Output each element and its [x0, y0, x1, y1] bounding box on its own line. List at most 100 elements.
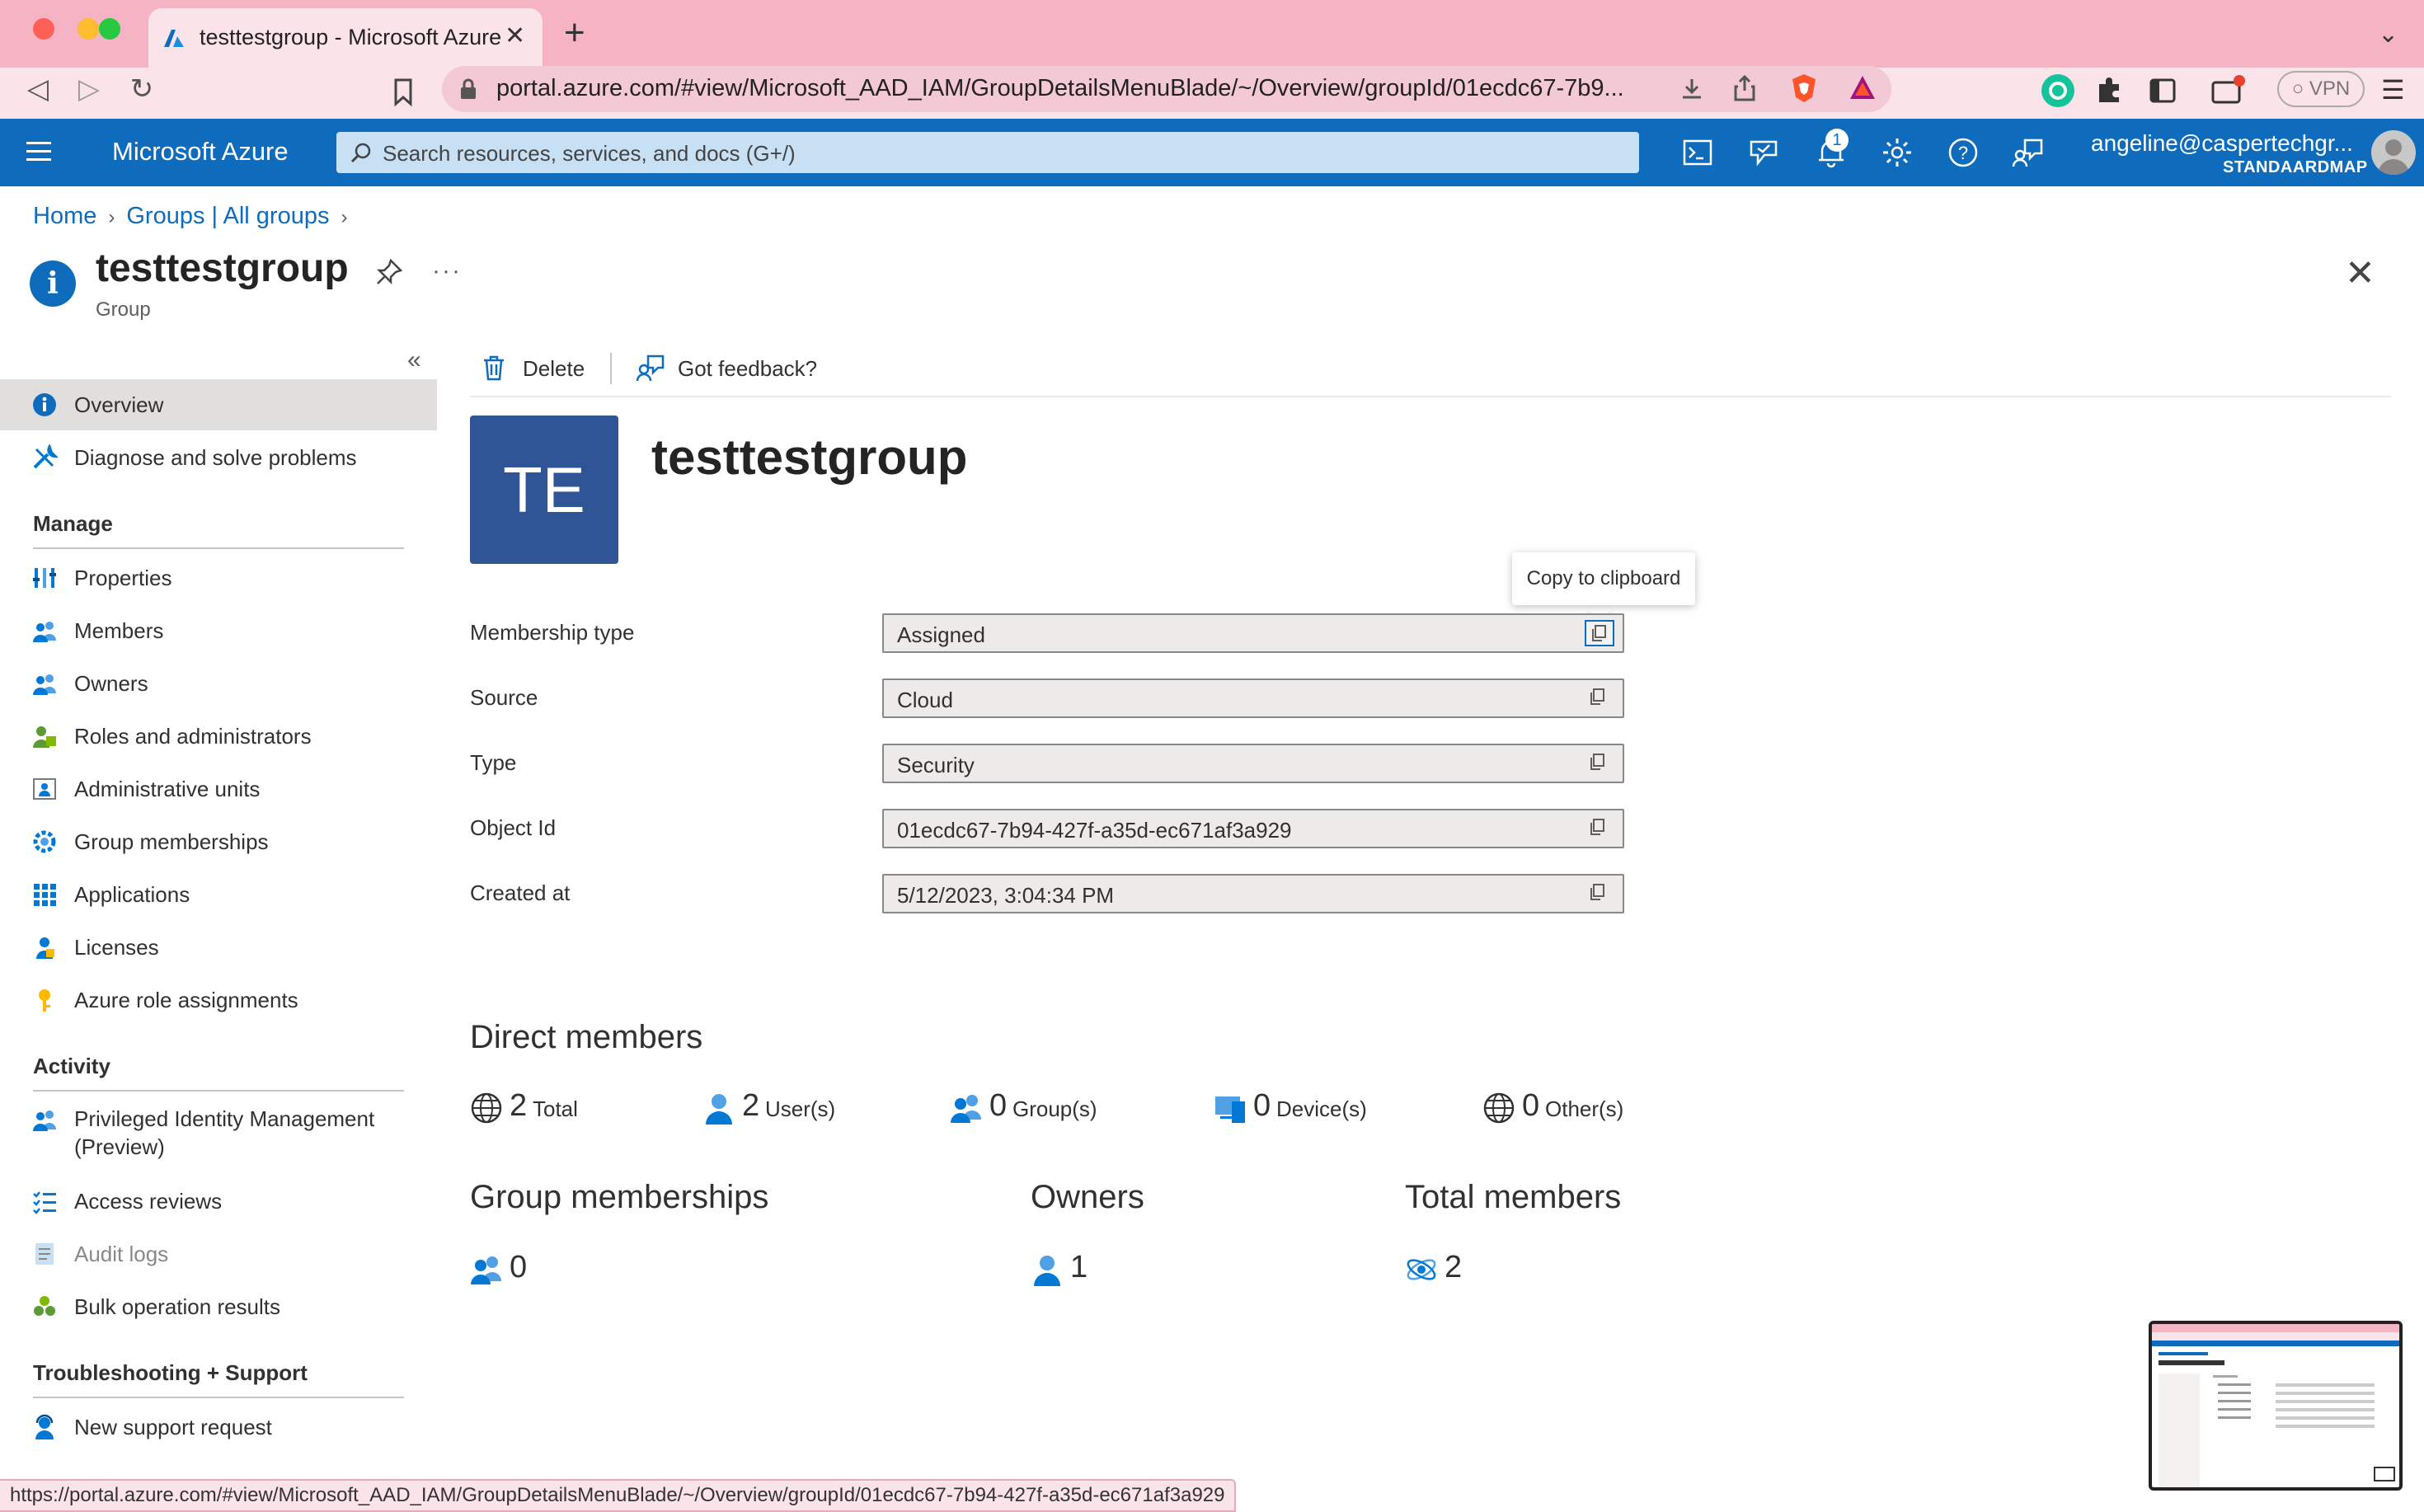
user-icon	[706, 1094, 732, 1125]
account-name[interactable]: angeline@caspertechgr...	[2091, 130, 2353, 157]
copy-button[interactable]	[1585, 815, 1614, 842]
total-members-count[interactable]: 2	[1405, 1248, 1504, 1289]
sidebar-item-azure-role-assignments[interactable]: Azure role assignments	[0, 974, 437, 1026]
sidebar-item-audit-logs[interactable]: Audit logs	[0, 1228, 437, 1280]
global-search-input[interactable]: Search resources, services, and docs (G+…	[336, 132, 1639, 173]
stat-others[interactable]: 0 Other(s)	[1482, 1087, 1639, 1128]
sidebar-item-group-memberships[interactable]: Group memberships	[0, 816, 437, 867]
sidebar-item-bulk-operations[interactable]: Bulk operation results	[0, 1281, 437, 1332]
feedback-button[interactable]: Got feedback?	[637, 350, 826, 386]
sidebar-item-new-support-request[interactable]: New support request	[0, 1402, 437, 1453]
wallet-icon[interactable]	[2210, 74, 2246, 107]
copy-button[interactable]	[1585, 685, 1614, 711]
delete-button[interactable]: Delete	[482, 350, 589, 386]
sidebar-item-roles[interactable]: Roles and administrators	[0, 711, 437, 762]
download-icon[interactable]	[1679, 76, 1705, 102]
support-person-icon	[31, 1414, 58, 1440]
vpn-button[interactable]: ○ VPN	[2277, 71, 2365, 107]
breadcrumb-home[interactable]: Home	[33, 203, 96, 229]
properties-icon	[31, 565, 58, 591]
copy-button[interactable]	[1585, 750, 1614, 777]
sidebar-item-members[interactable]: Members	[0, 605, 437, 656]
object-id-field: 01ecdc67-7b94-427f-a35d-ec671af3a929	[882, 809, 1624, 848]
directory-filter-icon[interactable]	[1746, 135, 1781, 170]
key-icon	[31, 987, 58, 1013]
brave-rewards-icon[interactable]	[1849, 74, 1877, 101]
search-icon	[350, 143, 371, 163]
property-label: Object Id	[470, 815, 557, 840]
created-at-field: 5/12/2023, 3:04:34 PM	[882, 874, 1624, 913]
divider	[33, 1090, 404, 1092]
grammarly-extension-icon[interactable]	[2041, 74, 2074, 107]
tab-list-chevron-icon[interactable]: ⌄	[2378, 20, 2398, 49]
forward-button[interactable]: ▷	[73, 73, 106, 106]
new-tab-button[interactable]: +	[564, 15, 585, 51]
minimize-window-button[interactable]	[78, 18, 99, 40]
command-separator	[610, 353, 612, 384]
collapse-sidebar-icon[interactable]: «	[407, 346, 421, 374]
copy-icon	[1590, 819, 1604, 835]
bookmark-icon[interactable]	[391, 77, 416, 107]
sidebar-item-licenses[interactable]: Licenses	[0, 922, 437, 973]
sidebar-item-access-reviews[interactable]: Access reviews	[0, 1176, 437, 1227]
stat-count: 2	[510, 1088, 528, 1123]
sidebar-toggle-icon[interactable]	[2149, 77, 2177, 104]
sidebar-item-overview[interactable]: Overview	[0, 379, 437, 430]
browser-tab-active[interactable]: testtestgroup - Microsoft Azure ✕	[148, 8, 543, 68]
copy-button[interactable]	[1585, 880, 1614, 907]
property-label: Source	[470, 685, 538, 710]
group-memberships-title: Group memberships	[470, 1179, 769, 1215]
reload-button[interactable]: ↻	[125, 73, 158, 106]
sidebar-item-diagnose[interactable]: Diagnose and solve problems	[0, 432, 437, 483]
tab-close-icon[interactable]: ✕	[505, 21, 525, 50]
group-memberships-count[interactable]: 0	[470, 1248, 569, 1289]
brave-shield-icon[interactable]	[1789, 73, 1819, 104]
browser-menu-icon[interactable]: ☰	[2381, 74, 2405, 106]
maximize-window-button[interactable]	[99, 18, 120, 40]
stat-users[interactable]: 2 User(s)	[702, 1087, 884, 1128]
screenshot-preview-thumbnail[interactable]	[2149, 1321, 2403, 1491]
chevron-right-icon: ›	[341, 206, 348, 228]
pin-icon[interactable]	[374, 257, 404, 287]
notification-badge: 1	[1825, 129, 1849, 152]
feedback-icon[interactable]	[2012, 135, 2046, 170]
sidebar-item-label: Administrative units	[74, 777, 261, 801]
avatar[interactable]	[2371, 130, 2416, 175]
settings-gear-icon[interactable]	[1880, 135, 1914, 170]
sidebar-item-label: Owners	[74, 671, 148, 696]
copy-button[interactable]	[1585, 620, 1614, 646]
roles-icon	[31, 723, 58, 749]
close-window-button[interactable]	[33, 18, 54, 40]
azure-brand[interactable]: Microsoft Azure	[112, 137, 289, 167]
property-value: 01ecdc67-7b94-427f-a35d-ec671af3a929	[897, 818, 1292, 843]
help-icon[interactable]: ?	[1946, 135, 1980, 170]
sidebar-item-admin-units[interactable]: Administrative units	[0, 763, 437, 815]
close-blade-icon[interactable]: ✕	[2345, 252, 2375, 294]
stat-total[interactable]: 2 Total	[470, 1087, 643, 1128]
owners-title: Owners	[1031, 1179, 1144, 1215]
owners-count[interactable]: 1	[1031, 1248, 1130, 1289]
type-field: Security	[882, 744, 1624, 783]
cloud-shell-icon[interactable]	[1680, 135, 1715, 170]
sidebar-item-applications[interactable]: Applications	[0, 869, 437, 920]
sidebar-item-owners[interactable]: Owners	[0, 658, 437, 709]
sidebar-item-label: Access reviews	[74, 1189, 223, 1214]
info-icon	[31, 392, 58, 418]
share-icon[interactable]	[1731, 74, 1758, 102]
breadcrumb-groups[interactable]: Groups | All groups	[126, 203, 329, 229]
license-icon	[31, 934, 58, 960]
source-field: Cloud	[882, 679, 1624, 718]
stat-devices[interactable]: 0 Device(s)	[1214, 1087, 1403, 1128]
stat-groups[interactable]: 0 Group(s)	[950, 1087, 1139, 1128]
back-button[interactable]: ◁	[21, 73, 54, 106]
extensions-puzzle-icon[interactable]	[2094, 76, 2124, 106]
account-directory: STANDAARDMAP	[2223, 158, 2368, 176]
stat-label: User(s)	[765, 1096, 836, 1121]
portal-menu-icon[interactable]	[26, 142, 51, 167]
sidebar-item-label: New support request	[74, 1415, 272, 1439]
sidebar-item-pim[interactable]: Privileged Identity Management (Preview)	[0, 1095, 437, 1174]
sidebar-item-properties[interactable]: Properties	[0, 552, 437, 603]
group-avatar-tile: TE	[470, 416, 618, 564]
address-bar[interactable]: portal.azure.com/#view/Microsoft_AAD_IAM…	[442, 66, 1891, 112]
more-options-icon[interactable]: ···	[432, 257, 462, 285]
